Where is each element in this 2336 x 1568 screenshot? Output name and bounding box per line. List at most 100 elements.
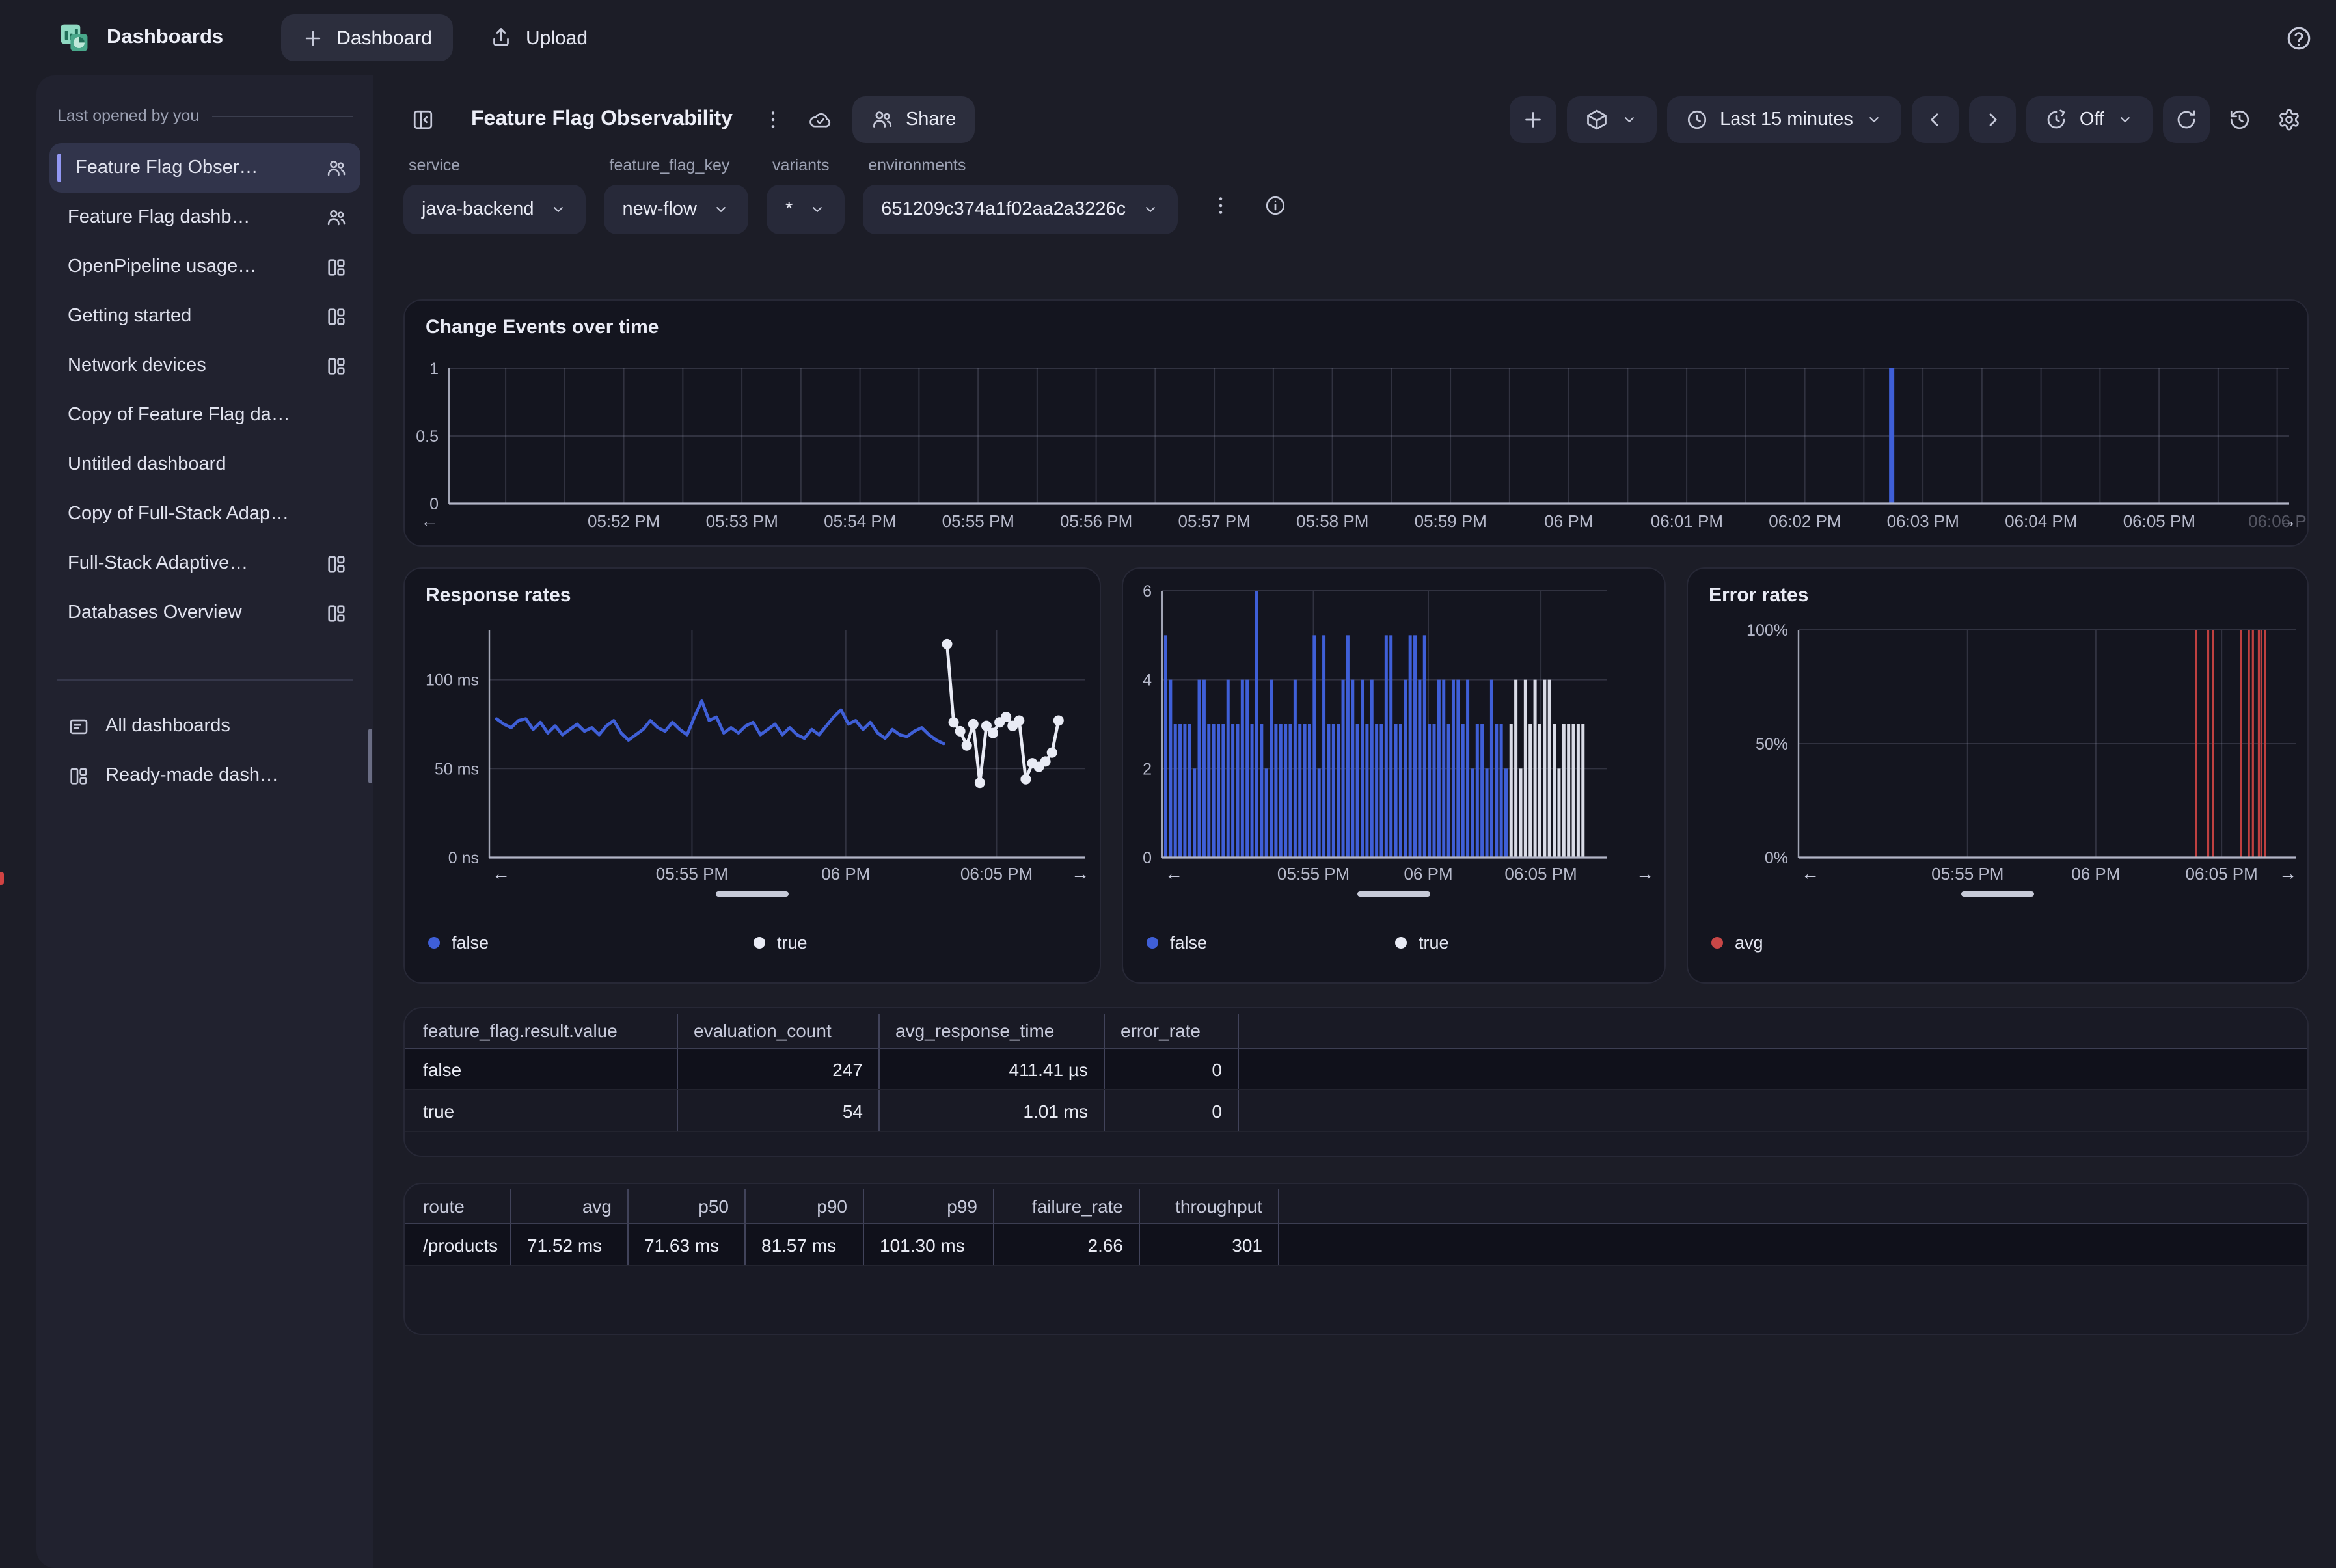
refresh-icon: [2175, 108, 2198, 131]
sidebar-item[interactable]: Databases Overview: [49, 588, 360, 638]
edge-notification-marker[interactable]: [0, 872, 4, 885]
history-icon: [2228, 108, 2251, 131]
table-header-cell[interactable]: failure_rate: [994, 1189, 1140, 1223]
change-events-panel: Change Events over time 00.5105:52 PM05:…: [403, 299, 2309, 547]
sidebar-item-label: Copy of Full-Stack Adap…: [68, 504, 347, 524]
filter-value-dropdown[interactable]: java-backend: [403, 185, 586, 234]
svg-text:06 PM: 06 PM: [1404, 864, 1452, 884]
legend-item[interactable]: true: [754, 933, 1079, 953]
change-events-chart[interactable]: 00.5105:52 PM05:53 PM05:54 PM05:55 PM05:…: [405, 301, 2307, 545]
time-range-picker[interactable]: Last 15 minutes: [1666, 96, 1901, 143]
table-header-cell[interactable]: feature_flag.result.value: [405, 1014, 678, 1048]
clock-icon: [1685, 108, 1708, 131]
share-button[interactable]: Share: [852, 96, 974, 143]
sync-status-button[interactable]: [800, 100, 839, 139]
filters-menu-button[interactable]: [1201, 186, 1240, 225]
error-rates-chart[interactable]: 0%50%100%05:55 PM06 PM06:05 PM←→: [1688, 569, 2307, 982]
table-header-cell[interactable]: p99: [864, 1189, 994, 1223]
sidebar-item[interactable]: Network devices: [49, 341, 360, 390]
share-users-icon: [871, 108, 894, 131]
svg-text:05:59 PM: 05:59 PM: [1415, 511, 1487, 531]
filter-label: service: [409, 156, 586, 174]
time-back-button[interactable]: [1912, 96, 1959, 143]
table-row[interactable]: true541.01 ms0: [405, 1090, 2307, 1132]
sidebar-item[interactable]: Feature Flag dashb…: [49, 193, 360, 242]
sidebar-item[interactable]: OpenPipeline usage…: [49, 242, 360, 291]
tab-dashboard[interactable]: Dashboard: [280, 14, 453, 61]
filter-value-dropdown[interactable]: new-flow: [604, 185, 749, 234]
table-row[interactable]: /products71.52 ms71.63 ms81.57 ms101.30 …: [405, 1224, 2307, 1266]
filter-label: feature_flag_key: [610, 156, 749, 174]
svg-text:06 PM: 06 PM: [821, 864, 870, 884]
table-header-cell[interactable]: throughput: [1140, 1189, 1279, 1223]
table-row[interactable]: false247411.41 µs0: [405, 1049, 2307, 1090]
refresh-button[interactable]: [2163, 96, 2210, 143]
kebab-icon: [1209, 194, 1232, 217]
brand[interactable]: Dashboards: [57, 21, 223, 55]
sidebar-item[interactable]: All dashboards: [36, 701, 373, 751]
svg-text:05:55 PM: 05:55 PM: [656, 864, 728, 884]
sidebar-item[interactable]: Ready-made dash…: [36, 751, 373, 800]
svg-text:06:06 P: 06:06 P: [2248, 511, 2307, 531]
legend-label: false: [1170, 933, 1207, 953]
settings-button[interactable]: [2270, 100, 2309, 139]
cloud-check-icon: [808, 108, 832, 131]
collection-icon: [68, 715, 90, 737]
table-header-cell[interactable]: avg: [511, 1189, 629, 1223]
response-rates-chart[interactable]: 0 ns50 ms100 ms05:55 PM06 PM06:05 PM←→: [405, 569, 1100, 982]
evaluation-counts-chart[interactable]: 024605:55 PM06 PM06:05 PM←→: [1123, 569, 1664, 982]
zoom-handle[interactable]: [1357, 891, 1430, 897]
add-panel-button[interactable]: [1509, 96, 1556, 143]
filter-label: variants: [772, 156, 845, 174]
sidebar-item[interactable]: Untitled dashboard: [49, 440, 360, 489]
upload-button[interactable]: Upload: [489, 26, 588, 49]
table-header-cell[interactable]: avg_response_time: [880, 1014, 1105, 1048]
filters-info-button[interactable]: [1256, 186, 1295, 225]
help-button[interactable]: [2285, 24, 2313, 51]
chevron-down-icon: [1620, 111, 1638, 129]
collapse-sidebar-button[interactable]: [403, 100, 442, 139]
svg-text:06:05 PM: 06:05 PM: [960, 864, 1033, 884]
svg-text:→: →: [2279, 863, 2297, 884]
panel-title: Error rates: [1709, 584, 1808, 606]
chevron-down-icon: [2116, 111, 2134, 129]
zoom-handle[interactable]: [716, 891, 789, 897]
table-cell: false: [405, 1049, 678, 1089]
legend-item[interactable]: true: [1395, 933, 1644, 953]
filter-value-dropdown[interactable]: *: [767, 185, 845, 234]
filter-value-dropdown[interactable]: 651209c374a1f02aa2a3226c: [863, 185, 1178, 234]
chevron-down-icon: [1865, 111, 1883, 129]
legend-item[interactable]: false: [1147, 933, 1395, 953]
history-button[interactable]: [2220, 100, 2259, 139]
svg-text:←: ←: [492, 863, 510, 884]
table-header-cell[interactable]: evaluation_count: [678, 1014, 880, 1048]
svg-text:05:55 PM: 05:55 PM: [1931, 864, 2003, 884]
dashboard-menu-button[interactable]: [754, 100, 793, 139]
sidebar-item[interactable]: Full-Stack Adaptive…: [49, 539, 360, 588]
svg-text:06:05 PM: 06:05 PM: [2123, 511, 2195, 531]
legend-item[interactable]: false: [428, 933, 754, 953]
filter-group: service java-backend: [403, 156, 586, 234]
sidebar-scrollbar-thumb[interactable]: [368, 729, 372, 783]
sidebar-item[interactable]: Copy of Feature Flag da…: [49, 390, 360, 440]
sidebar-item-label: All dashboards: [105, 716, 230, 737]
refresh-clock-icon: [2044, 108, 2068, 131]
filter-row: service java-backend feature_flag_key new-f…: [403, 156, 2309, 234]
time-forward-button[interactable]: [1969, 96, 2016, 143]
table-cell: 247: [678, 1049, 880, 1089]
auto-refresh-picker[interactable]: Off: [2026, 96, 2153, 143]
table-header-cell[interactable]: p50: [629, 1189, 746, 1223]
table-header-cell[interactable]: p90: [746, 1189, 864, 1223]
table-header-cell[interactable]: route: [405, 1189, 511, 1223]
sidebar-item[interactable]: Getting started: [49, 291, 360, 341]
legend-item[interactable]: avg: [1711, 933, 1763, 953]
table-cell: 54: [678, 1090, 880, 1131]
sidebar-item[interactable]: Feature Flag Obser…: [49, 143, 360, 193]
sidebar-item[interactable]: Copy of Full-Stack Adap…: [49, 489, 360, 539]
filter-group: environments651209c374a1f02aa2a3226c: [863, 156, 1178, 234]
sidebar-item-label: Ready-made dash…: [105, 765, 278, 786]
table-cell: 0: [1105, 1049, 1239, 1089]
table-header-cell[interactable]: error_rate: [1105, 1014, 1239, 1048]
zoom-handle[interactable]: [1961, 891, 2034, 897]
variables-dropdown[interactable]: [1566, 96, 1656, 143]
